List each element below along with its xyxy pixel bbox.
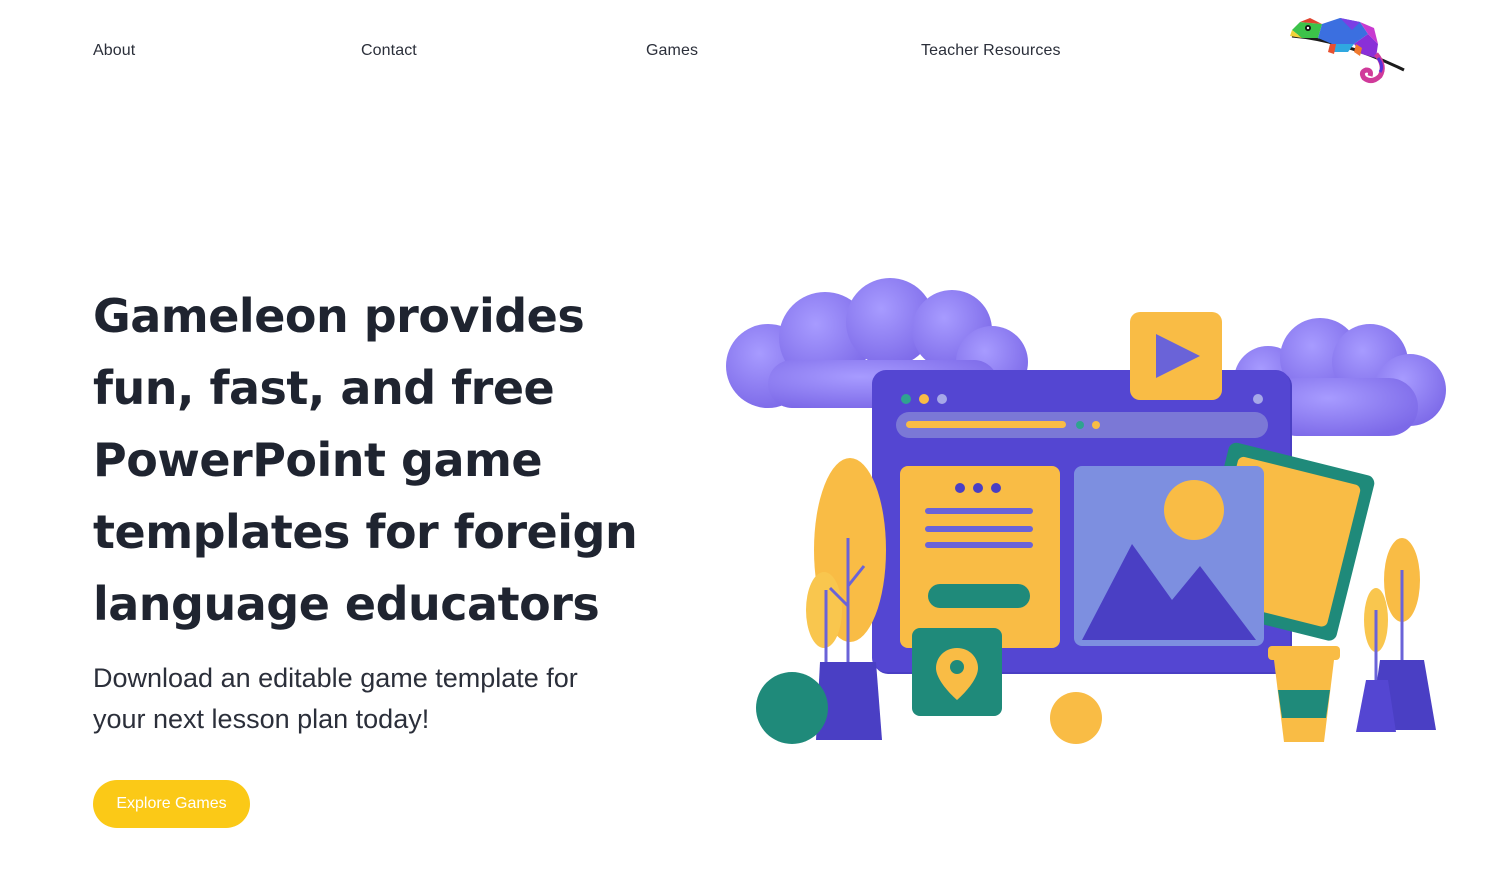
hero-title: Gameleon provides fun, fast, and free Po… — [93, 289, 638, 631]
nav-about-link[interactable]: About — [93, 42, 135, 60]
web-content-illustration — [726, 278, 1446, 744]
play-icon — [1130, 312, 1222, 400]
text-card-icon — [900, 466, 1060, 648]
yellow-ball-icon — [1050, 692, 1102, 744]
nav-teacher-resources-link[interactable]: Teacher Resources — [921, 42, 1061, 60]
image-placeholder-icon — [1074, 466, 1264, 646]
teal-ball-icon — [756, 672, 828, 744]
coffee-cup-icon — [1268, 646, 1340, 742]
location-pin-icon — [912, 628, 1002, 716]
nav-games-link[interactable]: Games — [646, 42, 698, 60]
chameleon-logo-icon[interactable] — [1282, 14, 1408, 90]
hero-subtitle: Download an editable game template for y… — [93, 663, 578, 734]
nav-contact-link[interactable]: Contact — [361, 42, 417, 60]
right-trees-icon — [1356, 538, 1436, 732]
page: About Contact Games Teacher Resources Ga… — [0, 0, 1509, 890]
explore-games-button[interactable]: Explore Games — [93, 780, 250, 828]
